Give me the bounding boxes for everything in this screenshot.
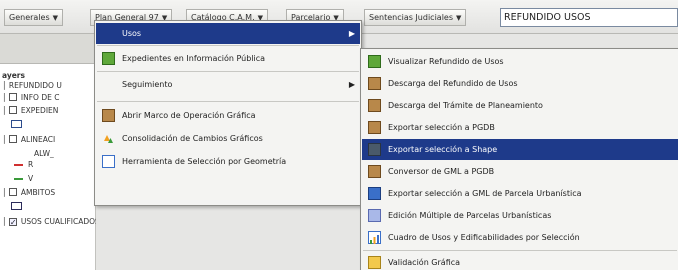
menu-item-label: Descarga del Refundido de Usos (388, 79, 518, 88)
layer-panel: ayers │ REFUNDIDO U │ INFO DE C │ EXPEDI… (0, 34, 96, 270)
legend-alw: ALW_ (34, 149, 96, 158)
tree-line-icon: │ (2, 217, 9, 226)
legend-box-icon (11, 120, 22, 128)
layer-checkbox[interactable] (8, 93, 17, 101)
menu-separator (97, 101, 359, 102)
layer-alineaci[interactable]: │ ALINEACI (2, 135, 96, 144)
legend-red-line-icon (14, 164, 23, 166)
submenu-item-exportar-shape[interactable]: Exportar selección a Shape (362, 139, 678, 160)
sentencias-label: Sentencias Judiciales (369, 13, 453, 22)
menu-item-label: Exportar selección a GML de Parcela Urba… (388, 189, 582, 198)
menu-item-label: Expedientes en Información Pública (122, 54, 266, 63)
tree-line-icon: │ (2, 188, 9, 197)
submenu-arrow-icon: ▶ (348, 29, 355, 38)
submenu-item-validacion-grafica[interactable]: Validación Gráfica (362, 252, 678, 270)
layer-checkbox[interactable] (8, 188, 17, 196)
chart-icon (368, 231, 381, 244)
layer-label: REFUNDIDO U (8, 81, 62, 90)
legend-green-line-icon (14, 178, 23, 180)
layer-checkbox-checked[interactable] (8, 218, 17, 226)
layer-label: USOS CUALIFICADOS (20, 217, 96, 226)
brown-map-icon (368, 121, 381, 134)
menu-item-label: Validación Gráfica (388, 258, 461, 267)
tree-line-icon: │ (2, 106, 9, 115)
tree-line-icon: │ (2, 135, 9, 144)
layer-label: ALINEACI (20, 135, 56, 144)
plan-general-menu: Usos ▶ Expedientes en Información Públic… (94, 20, 362, 206)
blue-grid-icon (368, 187, 381, 200)
dark-map-icon (368, 143, 381, 156)
menu-item-label: Herramienta de Selección por Geometría (122, 157, 287, 166)
tree-line-icon: │ (2, 93, 9, 102)
menu-item-label: Abrir Marco de Operación Gráfica (122, 111, 256, 120)
menu-item-abrir-marco[interactable]: Abrir Marco de Operación Gráfica (96, 105, 360, 126)
menu-item-label: Exportar selección a Shape (388, 145, 498, 154)
layer-ambitos[interactable]: │ ÁMBITOS (2, 188, 96, 197)
sentencias-dropdown[interactable]: Sentencias Judiciales ▼ (364, 9, 467, 26)
legend-r: R (28, 160, 33, 169)
legend-v: V (28, 174, 33, 183)
search-input[interactable] (500, 8, 678, 27)
menu-item-label: Consolidación de Cambios Gráficos (122, 134, 263, 143)
menu-item-label: Seguimiento (122, 80, 173, 89)
tree-line-icon: │ (2, 81, 9, 90)
menu-separator (97, 45, 359, 46)
layer-checkbox[interactable] (8, 106, 17, 114)
chevron-down-icon: ▼ (52, 14, 59, 22)
panel-header-strip (0, 34, 96, 64)
brown-map-icon (368, 165, 381, 178)
submenu-item-exportar-gml-parcela[interactable]: Exportar selección a GML de Parcela Urba… (362, 183, 678, 204)
submenu-item-descarga-refundido[interactable]: Descarga del Refundido de Usos (362, 73, 678, 94)
menu-item-label: Cuadro de Usos y Edificabilidades por Se… (388, 233, 580, 242)
panel-title: ayers (2, 71, 25, 80)
legend-label: R (28, 160, 34, 169)
menu-item-herramienta-seleccion[interactable]: Herramienta de Selección por Geometría (96, 151, 360, 172)
brown-map-icon (368, 99, 381, 112)
layer-label: INFO DE C (20, 93, 60, 102)
layer-label: EXPEDIEN (20, 106, 59, 115)
chevron-down-icon: ▼ (456, 14, 462, 22)
legend-box-icon (11, 202, 22, 210)
layer-info[interactable]: │ INFO DE C (2, 93, 96, 102)
layer-expedien[interactable]: │ EXPEDIEN (2, 106, 96, 115)
legend-label: ALW_ (34, 149, 54, 158)
submenu-item-conversor-gml[interactable]: Conversor de GML a PGDB (362, 161, 678, 182)
green-grid-icon (102, 52, 115, 65)
layer-usos-cualificados[interactable]: │ USOS CUALIFICADOS (2, 217, 96, 226)
menu-item-label: Edición Múltiple de Parcelas Urbanística… (388, 211, 552, 220)
layer-label: ÁMBITOS (20, 188, 56, 197)
menu-item-consolidacion[interactable]: Consolidación de Cambios Gráficos (96, 128, 360, 149)
usos-submenu: Visualizar Refundido de Usos Descarga de… (360, 48, 678, 270)
menu-item-label: Conversor de GML a PGDB (388, 167, 495, 176)
menu-item-usos[interactable]: Usos ▶ (96, 23, 360, 44)
menu-item-label: Exportar selección a PGDB (388, 123, 495, 132)
submenu-arrow-icon: ▶ (348, 80, 355, 89)
menu-item-label: Usos (122, 29, 142, 38)
green-grid-icon (368, 55, 381, 68)
generales-dropdown[interactable]: Generales ▼ (4, 9, 64, 26)
recycle-icon (102, 132, 115, 145)
layer-checkbox[interactable] (8, 135, 17, 143)
submenu-item-cuadro-usos[interactable]: Cuadro de Usos y Edificabilidades por Se… (362, 227, 678, 248)
menu-item-expedientes[interactable]: Expedientes en Información Pública (96, 48, 360, 69)
lavender-grid-icon (368, 209, 381, 222)
brown-map-icon (368, 77, 381, 90)
menu-separator (363, 250, 677, 251)
yellow-icon (368, 256, 381, 269)
menu-item-label: Descarga del Trámite de Planeamiento (388, 101, 543, 110)
legend-label: V (28, 174, 34, 183)
menu-separator (97, 71, 359, 72)
submenu-item-exportar-pgdb[interactable]: Exportar selección a PGDB (362, 117, 678, 138)
menu-item-seguimiento[interactable]: Seguimiento ▶ (96, 74, 360, 95)
generales-label: Generales (9, 13, 50, 22)
submenu-item-edicion-multiple[interactable]: Edición Múltiple de Parcelas Urbanística… (362, 205, 678, 226)
menu-item-label: Visualizar Refundido de Usos (388, 57, 504, 66)
selection-icon (102, 155, 115, 168)
layer-refundido[interactable]: │ REFUNDIDO U (2, 81, 94, 90)
brown-map-icon (102, 109, 115, 122)
submenu-item-descarga-tramite[interactable]: Descarga del Trámite de Planeamiento (362, 95, 678, 116)
submenu-item-visualizar-refundido[interactable]: Visualizar Refundido de Usos (362, 51, 678, 72)
